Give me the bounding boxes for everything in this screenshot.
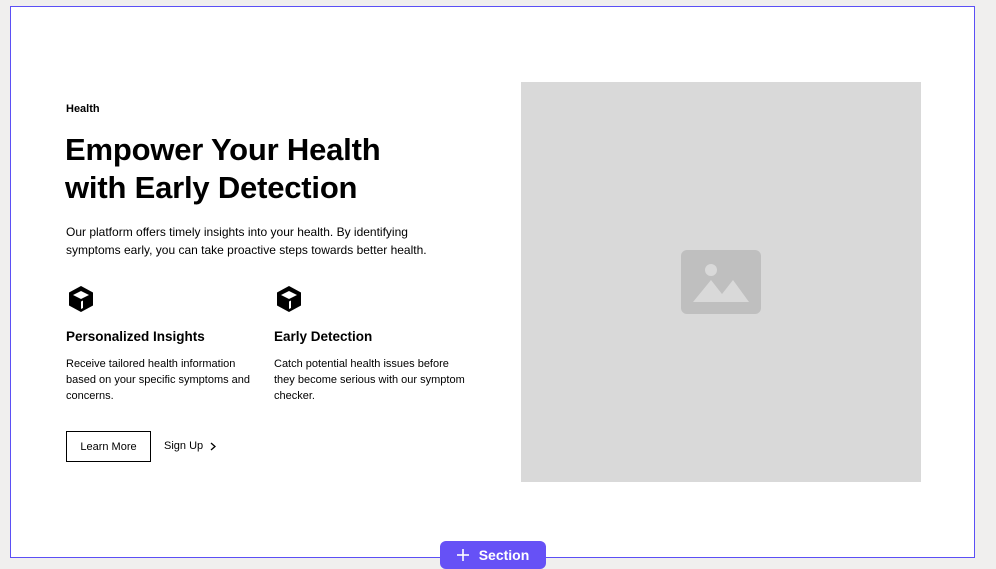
page-title: Empower Your Health with Early Detection <box>65 132 381 205</box>
hero-section[interactable]: Health Empower Your Health with Early De… <box>10 6 975 558</box>
feature-personalized-insights: Personalized Insights Receive tailored h… <box>66 284 266 404</box>
hero-image-placeholder <box>521 82 921 482</box>
learn-more-button[interactable]: Learn More <box>66 431 151 462</box>
feature-title: Early Detection <box>274 329 373 344</box>
feature-description: Catch potential health issues before the… <box>274 358 465 402</box>
sign-up-label: Sign Up <box>164 440 204 452</box>
plus-icon <box>456 549 469 561</box>
sign-up-link[interactable]: Sign Up <box>164 440 217 452</box>
tagline: Health <box>66 103 100 115</box>
add-section-button[interactable]: Section <box>440 541 546 569</box>
feature-early-detection: Early Detection Catch potential health i… <box>274 284 474 404</box>
cube-icon <box>277 286 301 312</box>
feature-title: Personalized Insights <box>66 329 205 344</box>
feature-description: Receive tailored health information base… <box>66 358 251 402</box>
intro-text: Our platform offers timely insights into… <box>66 225 427 257</box>
image-icon <box>681 250 761 314</box>
chevron-right-icon <box>210 442 217 450</box>
add-section-label: Section <box>478 547 530 563</box>
cube-icon <box>69 286 93 312</box>
